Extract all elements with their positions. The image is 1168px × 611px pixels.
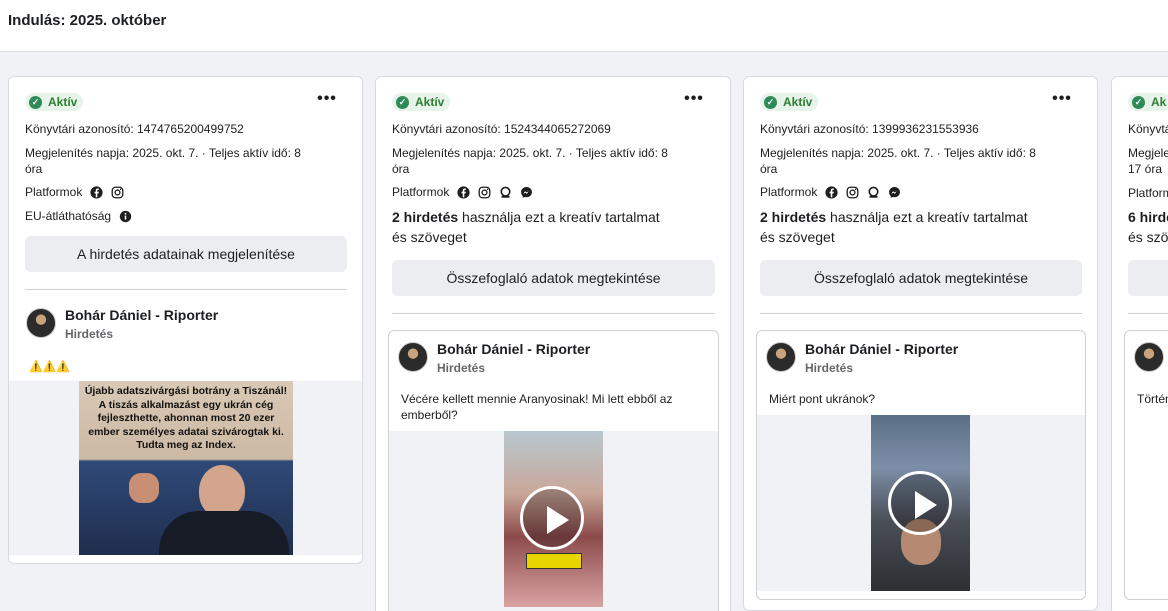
check-icon: ✓ [396, 95, 409, 109]
divider [392, 313, 715, 314]
instagram-icon [478, 186, 491, 198]
ad-text-cont: emberből? [401, 408, 458, 422]
advertiser-name[interactable]: Bohár Dániel - Riporter [437, 341, 590, 357]
ad-text: Vécére kellett mennie Aranyosinak! Mi le… [401, 392, 673, 406]
facebook-icon [457, 185, 470, 199]
facebook-icon [825, 185, 838, 199]
ad-text: Miért pont ukránok? [769, 392, 876, 406]
divider [25, 289, 347, 290]
sponsored-label: Hirdetés [437, 361, 486, 375]
header-bar: Indulás: 2025. október [0, 0, 1168, 52]
advertiser-name[interactable]: Bohár Dániel - Riporter [65, 307, 218, 323]
show-ad-details-button[interactable]: A hirdetés adatainak megjelenítése [25, 236, 347, 272]
messenger-icon [521, 186, 533, 198]
run-date-cont: 17 óra [1128, 162, 1163, 176]
platforms-row: Platformok [392, 185, 533, 199]
ad-card: ✓ Aktív ••• Könyvtári azonosító: 1474765… [8, 76, 363, 564]
avatar[interactable] [26, 308, 56, 338]
video-caption-sticker [526, 553, 582, 569]
divider [1128, 313, 1168, 314]
run-date: Megjelenítés napja: 2025. okt. 7. · Telj… [25, 146, 301, 160]
summary-button[interactable] [1128, 260, 1168, 296]
status-badge: ✓ Ak [1128, 93, 1168, 111]
more-options-button[interactable]: ••• [1052, 91, 1072, 109]
ad-image-headline: Újabb adatszivárgási botrány a Tiszánál!… [84, 385, 288, 451]
person-silhouette [199, 465, 245, 517]
ad-image[interactable]: Újabb adatszivárgási botrány a Tiszánál!… [9, 381, 362, 555]
instagram-icon [111, 186, 124, 198]
avatar[interactable] [766, 342, 796, 372]
summary-button[interactable]: Összefoglaló adatok megtekintése [760, 260, 1082, 296]
status-badge: ✓ Aktív [760, 93, 819, 111]
check-icon: ✓ [1132, 95, 1145, 109]
ad-count: 2 hirdetés használja ezt a kreatív tarta… [392, 209, 660, 225]
ad-count: 6 hirde [1128, 209, 1168, 225]
status-badge: ✓ Aktív [25, 93, 84, 111]
library-id: Könyvtári azonosító: 1524344065272069 [392, 122, 611, 136]
run-date-cont: óra [760, 162, 778, 176]
info-icon[interactable] [119, 210, 132, 223]
ad-card: ✓ Aktív ••• Könyvtári azonosító: 1399936… [743, 76, 1098, 611]
audience-network-icon [868, 186, 879, 198]
status-badge: ✓ Aktív [392, 93, 451, 111]
eu-transparency[interactable]: EU-átláthatóság [25, 209, 132, 223]
more-options-button[interactable]: ••• [684, 91, 704, 109]
page-title: Indulás: 2025. október [8, 12, 167, 29]
run-date-cont: óra [392, 162, 410, 176]
person-body [159, 511, 289, 555]
ad-video[interactable] [389, 431, 718, 611]
platforms-row: Platformok [760, 185, 901, 199]
ad-video[interactable] [757, 415, 1085, 591]
facebook-icon [90, 185, 103, 199]
ad-preview: Bohár Dániel - Riporter Hirdetés Miért p… [756, 330, 1086, 600]
library-id: Könyvtári azonosító: 1474765200499752 [25, 122, 244, 136]
ad-text: Történ [1137, 392, 1168, 406]
library-id: Könyvtá [1128, 122, 1168, 136]
run-date-cont: óra [25, 162, 43, 176]
avatar[interactable] [398, 342, 428, 372]
ad-card: ✓ Ak Könyvtá Megjele 17 óra Platform 6 h… [1111, 76, 1168, 611]
library-id: Könyvtári azonosító: 1399936231553936 [760, 122, 979, 136]
platforms-row: Platformok [25, 185, 124, 199]
ad-text: ⚠️⚠️⚠️ [29, 361, 71, 373]
play-icon[interactable] [888, 471, 952, 535]
check-icon: ✓ [29, 95, 42, 109]
sponsored-label: Hirdetés [805, 361, 854, 375]
divider [760, 313, 1082, 314]
play-icon[interactable] [520, 486, 584, 550]
run-date: Megjelenítés napja: 2025. okt. 7. · Telj… [760, 146, 1036, 160]
ad-preview: Bohár Dániel - Riporter Hirdetés Vécére … [388, 330, 719, 611]
summary-button[interactable]: Összefoglaló adatok megtekintése [392, 260, 715, 296]
messenger-icon [889, 186, 901, 198]
run-date: Megjelenítés napja: 2025. okt. 7. · Telj… [392, 146, 668, 160]
ad-count-cont: és szöveget [760, 229, 835, 245]
ad-preview: Történ [1124, 330, 1168, 600]
avatar[interactable] [1134, 342, 1164, 372]
raised-fist [129, 473, 159, 503]
sponsored-label: Hirdetés [65, 327, 114, 341]
ad-count: 2 hirdetés használja ezt a kreatív tarta… [760, 209, 1028, 225]
ad-card: ✓ Aktív ••• Könyvtári azonosító: 1524344… [375, 76, 731, 611]
instagram-icon [846, 186, 859, 198]
check-icon: ✓ [764, 95, 777, 109]
ad-count-cont: és szöveget [392, 229, 467, 245]
platforms-row: Platform [1128, 186, 1168, 200]
advertiser-name[interactable]: Bohár Dániel - Riporter [805, 341, 958, 357]
more-options-button[interactable]: ••• [317, 91, 337, 109]
ad-image-content: Újabb adatszivárgási botrány a Tiszánál!… [79, 381, 293, 555]
run-date: Megjele [1128, 146, 1168, 160]
ad-count-cont: és szö [1128, 229, 1168, 245]
audience-network-icon [500, 186, 511, 198]
